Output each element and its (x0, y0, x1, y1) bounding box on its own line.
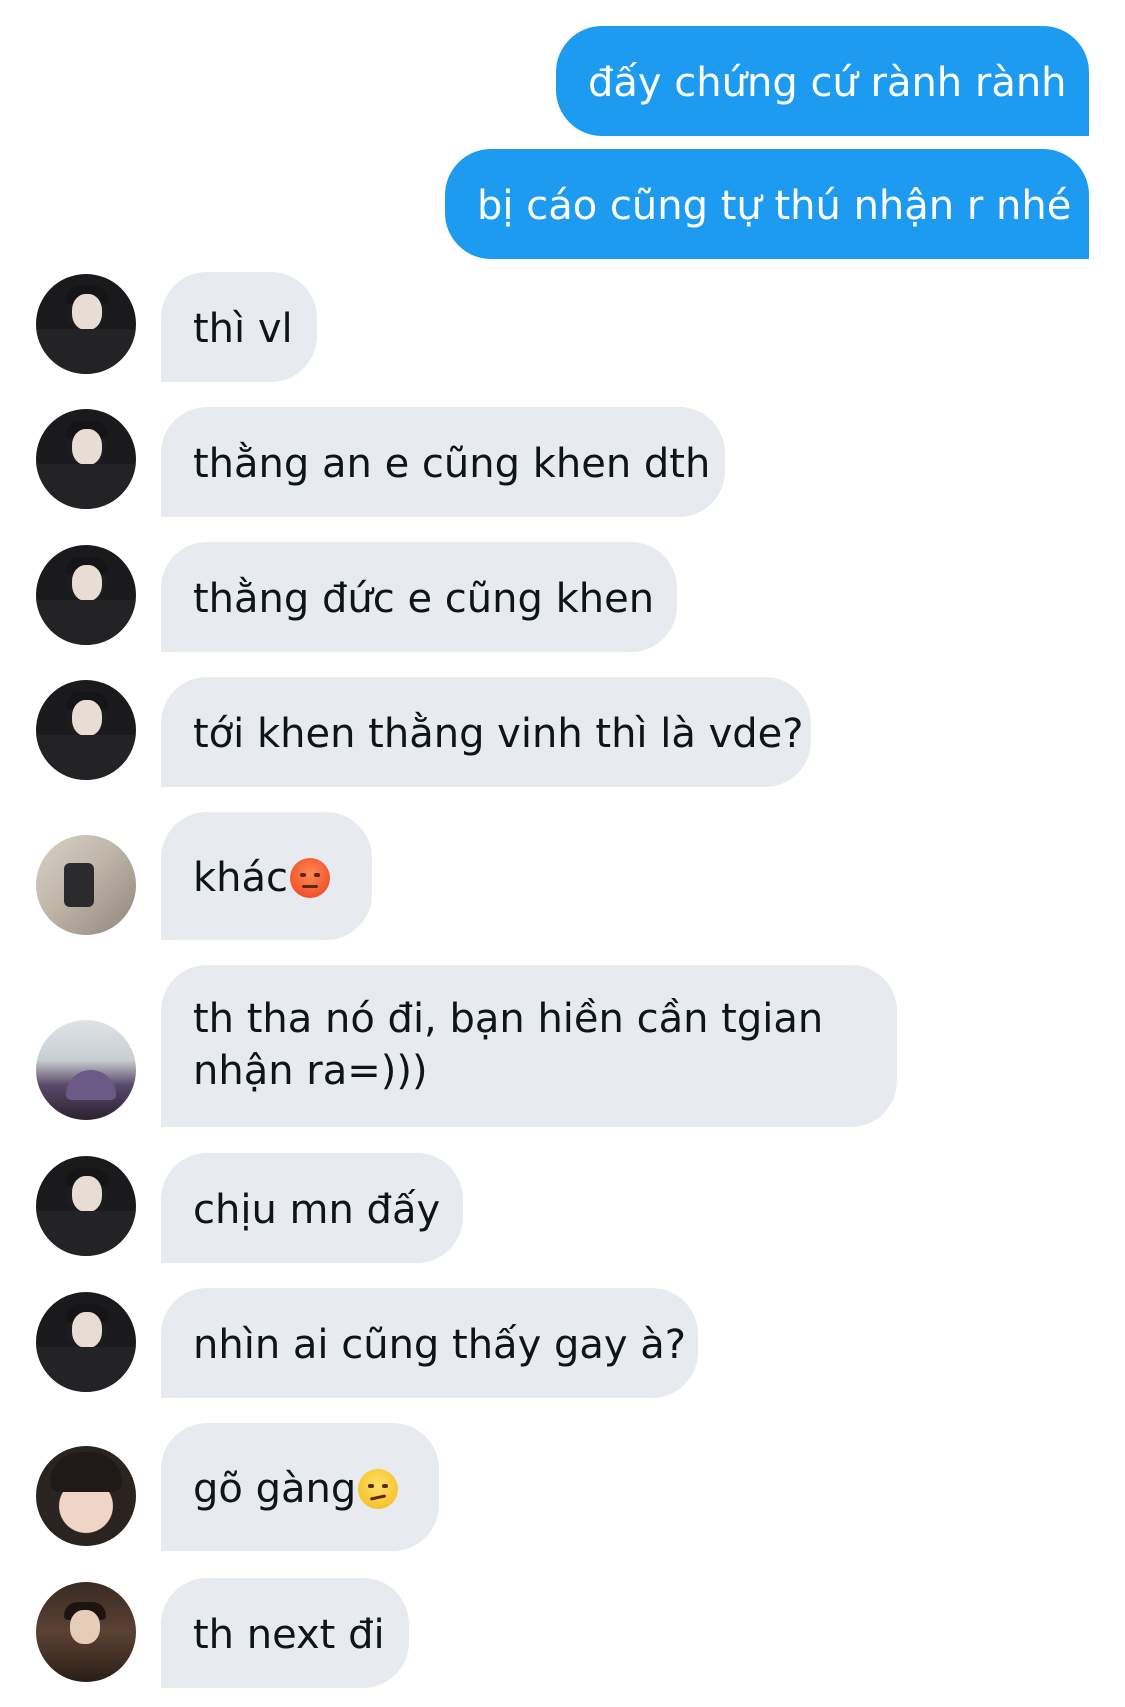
message-text: th next đi (193, 1612, 385, 1658)
message-bubble-incoming[interactable]: nhìn ai cũng thấy gay à? (161, 1288, 698, 1398)
message-text: thằng an e cũng khen dth (193, 441, 711, 487)
message-bubble-incoming[interactable]: tới khen thằng vinh thì là vde? (161, 677, 811, 787)
user-a-avatar[interactable] (36, 274, 136, 374)
message-bubble-incoming[interactable]: chịu mn đấy (161, 1153, 463, 1263)
message-bubble-outgoing[interactable]: bị cáo cũng tự thú nhận r nhé (445, 149, 1089, 259)
smirking-face-emoji (358, 1469, 399, 1509)
user-a-avatar[interactable] (36, 409, 136, 509)
message-bubble-incoming[interactable]: thằng an e cũng khen dth (161, 407, 725, 517)
message-text: chịu mn đấy (193, 1187, 441, 1233)
message-text: bị cáo cũng tự thú nhận r nhé (477, 183, 1072, 229)
message-bubble-outgoing[interactable]: đấy chứng cứ rành rành (556, 26, 1089, 136)
user-a-avatar[interactable] (36, 1156, 136, 1256)
user-a-avatar[interactable] (36, 1292, 136, 1392)
user-e-avatar[interactable] (36, 1582, 136, 1682)
message-bubble-incoming[interactable]: thì vl (161, 272, 317, 382)
message-text: khác (193, 855, 289, 901)
message-text: gõ gàng (193, 1466, 357, 1512)
message-bubble-incoming[interactable]: thằng đức e cũng khen (161, 542, 677, 652)
user-c-avatar[interactable] (36, 1020, 136, 1120)
dm-conversation: đấy chứng cứ rành rành bị cáo cũng tự th… (0, 0, 1125, 1707)
message-bubble-incoming[interactable]: khác (161, 812, 372, 940)
user-a-avatar[interactable] (36, 680, 136, 780)
message-text-line-2: nhận ra=))) (193, 1048, 428, 1094)
angry-face-emoji (290, 858, 331, 898)
message-bubble-incoming[interactable]: gõ gàng (161, 1423, 439, 1551)
message-bubble-incoming[interactable]: th next đi (161, 1578, 409, 1688)
message-text: thì vl (193, 306, 293, 352)
message-text: nhìn ai cũng thấy gay à? (193, 1322, 686, 1368)
message-text: thằng đức e cũng khen (193, 576, 655, 622)
user-d-avatar[interactable] (36, 1446, 136, 1546)
message-text: đấy chứng cứ rành rành (588, 60, 1067, 106)
user-b-avatar[interactable] (36, 835, 136, 935)
message-text-line-1: th tha nó đi, bạn hiền cần tgian (193, 996, 824, 1042)
user-a-avatar[interactable] (36, 545, 136, 645)
message-bubble-incoming[interactable]: th tha nó đi, bạn hiền cần tgian nhận ra… (161, 965, 897, 1127)
message-text: tới khen thằng vinh thì là vde? (193, 711, 804, 757)
